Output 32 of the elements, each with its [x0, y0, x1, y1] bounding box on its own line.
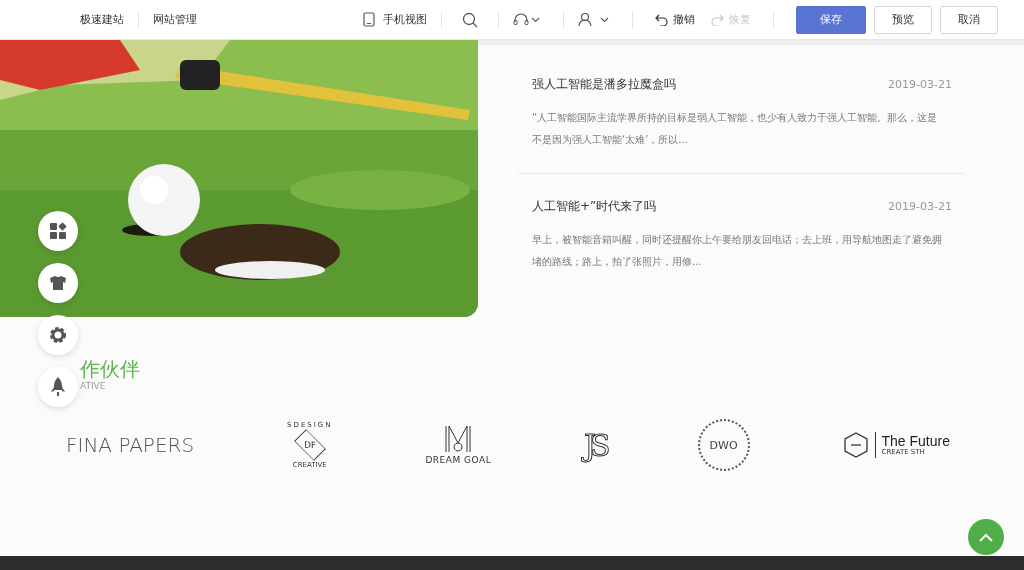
- article-date: 2019-03-21: [888, 200, 952, 213]
- user-icon[interactable]: [578, 12, 610, 27]
- article-summary: “人工智能国际主流学界所持的目标是弱人工智能，也少有人致力于强人工智能。那么，这是不是因为强人工智能‘太难’，所以...: [532, 111, 939, 147]
- toolbar-button[interactable]: 保存: [796, 5, 866, 34]
- section-subtitle: ATIVE: [80, 381, 107, 391]
- mobile-view-link[interactable]: 手机视图: [383, 12, 427, 27]
- article-date: 2019-03-21: [888, 78, 952, 91]
- undo-button[interactable]: 撤销: [647, 12, 703, 27]
- nav-link[interactable]: 网站管理: [153, 12, 197, 27]
- back-to-top-button[interactable]: [968, 519, 1004, 555]
- partner-logo: DWO: [697, 419, 750, 471]
- article-title[interactable]: 人工智能+”时代来了吗: [532, 198, 657, 215]
- nav-link[interactable]: 极速建站: [80, 12, 124, 27]
- toolbar-button[interactable]: 取消: [940, 5, 998, 34]
- partner-logo: FINA PAPERS: [66, 433, 195, 457]
- headset-icon[interactable]: [513, 12, 541, 27]
- article-title[interactable]: 强人工智能是潘多拉魔盒吗: [532, 76, 676, 93]
- gear-icon: [49, 326, 67, 344]
- widgets-icon: [49, 222, 67, 240]
- search-icon[interactable]: [462, 11, 478, 28]
- toolbar-button[interactable]: 预览: [874, 5, 932, 34]
- section-title: 作伙伴: [80, 357, 141, 381]
- partner-logo: DREAM GOAL: [425, 425, 492, 465]
- redo-icon: [711, 13, 724, 26]
- article-summary: 早上，被智能音箱叫醒，同时还提醒你上午要给朋友回电话；去上班，用导航地图走了避免拥堵的路线；路上，拍了张照片，用修...: [532, 233, 943, 269]
- rocket-icon: [51, 377, 65, 397]
- rocket-button[interactable]: [38, 367, 78, 407]
- shirt-icon: [49, 275, 67, 291]
- undo-icon: [655, 13, 668, 26]
- settings-button[interactable]: [38, 315, 78, 355]
- phone-icon[interactable]: [363, 12, 375, 27]
- caret-up-icon: [979, 532, 993, 542]
